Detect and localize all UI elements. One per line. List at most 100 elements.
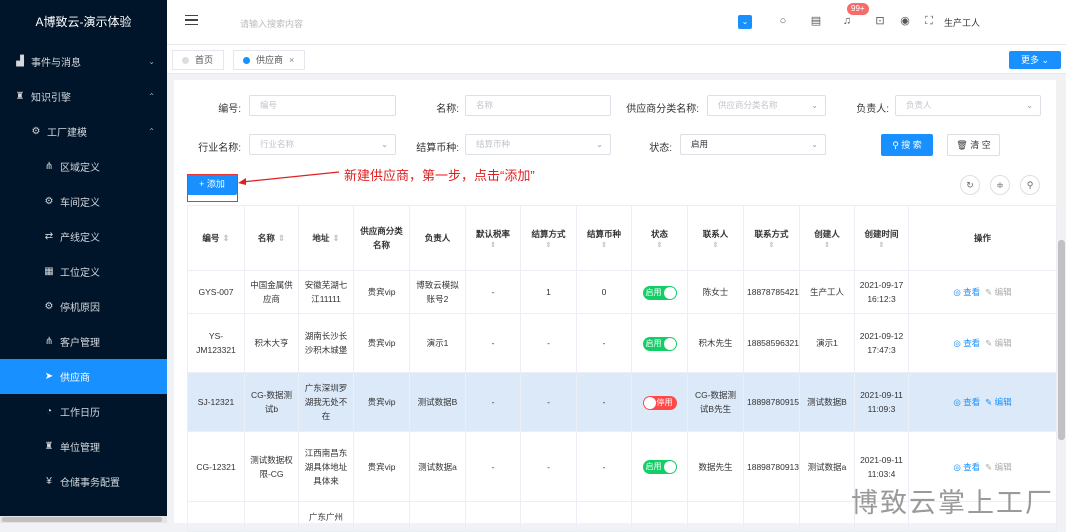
sort-icon[interactable]: ⇕ <box>222 233 229 243</box>
close-icon[interactable]: × <box>289 55 294 65</box>
sidebar-item-7[interactable]: ⚙停机原因 <box>0 289 167 324</box>
cell-text: YS-JM123321 <box>196 331 236 355</box>
owner-placeholder: 负责人 <box>906 100 932 110</box>
sort-icon[interactable]: ⇕ <box>278 233 285 243</box>
sidebar-scrollbar[interactable] <box>0 516 167 523</box>
search-toggle-icon[interactable]: ⚲ <box>1020 175 1040 195</box>
edit-link[interactable]: ✎ 编辑 <box>985 287 1012 297</box>
chat-icon[interactable]: ○ <box>776 14 790 28</box>
sort-icon[interactable]: ⇕ <box>332 233 339 243</box>
table-row[interactable]: YS-JM123321积木大亨湖南长沙长沙积木城堡贵宾vip演示1---启用积木… <box>188 314 1057 373</box>
cell-text: - <box>603 397 606 407</box>
sidebar-item-9[interactable]: ➤供应商 <box>0 359 167 394</box>
status-toggle[interactable]: 启用 <box>643 460 677 474</box>
status-toggle[interactable]: 停用 <box>643 396 677 410</box>
status-toggle[interactable]: 启用 <box>643 286 677 300</box>
sidebar-item-11[interactable]: ♜单位管理 <box>0 429 167 464</box>
column-header[interactable]: 默认税率⇕ <box>466 206 521 271</box>
cell-owner: 测试数据B <box>410 373 466 432</box>
column-header[interactable]: 地址⇕ <box>299 206 354 271</box>
currency-select[interactable]: 结算币种⌄ <box>465 134 611 155</box>
grid-icon: ▦ <box>43 266 55 277</box>
status-toggle[interactable]: 启用 <box>643 337 677 351</box>
edit-link[interactable]: ✎ 编辑 <box>985 397 1012 407</box>
sort-icon[interactable]: ⇕ <box>691 241 740 250</box>
sort-icon[interactable]: ⇕ <box>803 241 851 250</box>
cell-text: 江西南昌东湖具体地址具体来 <box>305 448 348 486</box>
search-button[interactable]: ⚲ 搜 索 <box>881 134 933 156</box>
view-link[interactable]: ◎ 查看 <box>953 397 980 407</box>
lock-icon[interactable]: ⊡ <box>873 14 887 28</box>
column-header[interactable]: 结算方式⇕ <box>521 206 577 271</box>
menu-toggle-icon[interactable] <box>185 15 198 25</box>
more-button[interactable]: 更多 ⌄ <box>1009 51 1061 69</box>
clear-button[interactable]: 🗑 清 空 <box>947 134 1000 156</box>
sort-icon[interactable]: ⇕ <box>524 241 573 250</box>
column-header[interactable]: 创建人⇕ <box>800 206 855 271</box>
sidebar-item-5[interactable]: ⇄产线定义 <box>0 219 167 254</box>
cell-text: CG-数据测试b <box>251 390 292 414</box>
column-header[interactable]: 编号⇕ <box>188 206 245 271</box>
cell-phone <box>744 502 800 532</box>
refresh-icon[interactable]: ↻ <box>960 175 980 195</box>
sidebar-item-12[interactable]: ¥仓储事务配置 <box>0 464 167 499</box>
cell-text: 测试数据B <box>807 397 847 407</box>
column-header[interactable]: 状态⇕ <box>632 206 688 271</box>
sidebar-item-label: 产线定义 <box>60 229 100 244</box>
sort-icon[interactable]: ⇕ <box>747 241 796 250</box>
bell-icon[interactable]: ♫ <box>840 14 854 28</box>
sort-icon[interactable]: ⇕ <box>635 241 684 250</box>
document-icon[interactable]: ▤ <box>809 14 823 28</box>
eye-icon: ◎ <box>953 397 963 407</box>
column-header[interactable]: 名称⇕ <box>245 206 299 271</box>
column-header[interactable]: 创建时间⇕ <box>855 206 909 271</box>
owner-select[interactable]: 负责人⌄ <box>895 95 1041 116</box>
table-row[interactable]: GYS-007中国金属供应商安徽芜湖七江11111贵宾vip博致云模拟账号2-1… <box>188 271 1057 314</box>
tab-home[interactable]: 首页 <box>172 50 224 70</box>
column-header[interactable]: 操作 <box>909 206 1057 271</box>
code-input[interactable]: 编号 <box>249 95 396 116</box>
column-header[interactable]: 供应商分类名称 <box>354 206 410 271</box>
column-header-label: 结算币种 <box>587 229 621 239</box>
sidebar-item-1[interactable]: ♜知识引擎⌃ <box>0 79 167 114</box>
sort-icon[interactable]: ⇕ <box>858 241 905 250</box>
search-input[interactable]: 请输入搜索内容 <box>240 17 303 30</box>
scrollbar-thumb[interactable] <box>1058 240 1065 440</box>
sidebar-item-3[interactable]: ⋔区域定义 <box>0 149 167 184</box>
column-header-label: 编号 <box>202 233 219 243</box>
dropdown-icon[interactable]: ⌄ <box>738 15 752 29</box>
columns-icon[interactable]: ≑ <box>990 175 1010 195</box>
fullscreen-icon[interactable]: ⛶ <box>922 14 936 28</box>
sidebar-item-8[interactable]: ⋔客户管理 <box>0 324 167 359</box>
status-select[interactable]: 启用⌄ <box>680 134 826 155</box>
edit-link[interactable]: ✎ 编辑 <box>985 338 1012 348</box>
sidebar-item-0[interactable]: ▟事件与消息⌄ <box>0 44 167 79</box>
edit-link[interactable]: ✎ 编辑 <box>985 462 1012 472</box>
column-header[interactable]: 结算币种 ⇕ <box>577 206 632 271</box>
view-link[interactable]: ◎ 查看 <box>953 338 980 348</box>
sidebar-item-4[interactable]: ⚙车间定义 <box>0 184 167 219</box>
sidebar-item-10[interactable]: ◔工作日历 <box>0 394 167 429</box>
sort-icon[interactable]: ⇕ <box>469 241 517 250</box>
table-row[interactable]: SJ-12321CG-数据测试b广东深圳罗湖我无处不在贵宾vip测试数据B---… <box>188 373 1057 432</box>
sort-icon[interactable]: ⇕ <box>580 241 628 250</box>
view-link[interactable]: ◎ 查看 <box>953 287 980 297</box>
name-input[interactable]: 名称 <box>465 95 611 116</box>
cell-creator <box>800 502 855 532</box>
sidebar-item-2[interactable]: ⚙工厂建模⌃ <box>0 114 167 149</box>
column-header[interactable]: 联系人⇕ <box>688 206 744 271</box>
user-name[interactable]: 生产工人 <box>944 16 980 29</box>
tab-supplier[interactable]: 供应商× <box>233 50 305 70</box>
send-icon: ➤ <box>43 371 55 382</box>
cell-text: 测试数据a <box>808 462 847 472</box>
eye-icon[interactable]: ◉ <box>898 14 912 28</box>
column-header[interactable]: 联系方式⇕ <box>744 206 800 271</box>
scrollbar-thumb[interactable] <box>2 517 162 522</box>
column-header[interactable]: 负责人 <box>410 206 466 271</box>
cell-category: 贵宾vip <box>354 432 410 502</box>
page-scrollbar[interactable] <box>1057 80 1066 523</box>
industry-select[interactable]: 行业名称⌄ <box>249 134 396 155</box>
cell-category: 贵宾vip <box>354 271 410 314</box>
view-link[interactable]: ◎ 查看 <box>953 462 980 472</box>
sidebar-item-6[interactable]: ▦工位定义 <box>0 254 167 289</box>
